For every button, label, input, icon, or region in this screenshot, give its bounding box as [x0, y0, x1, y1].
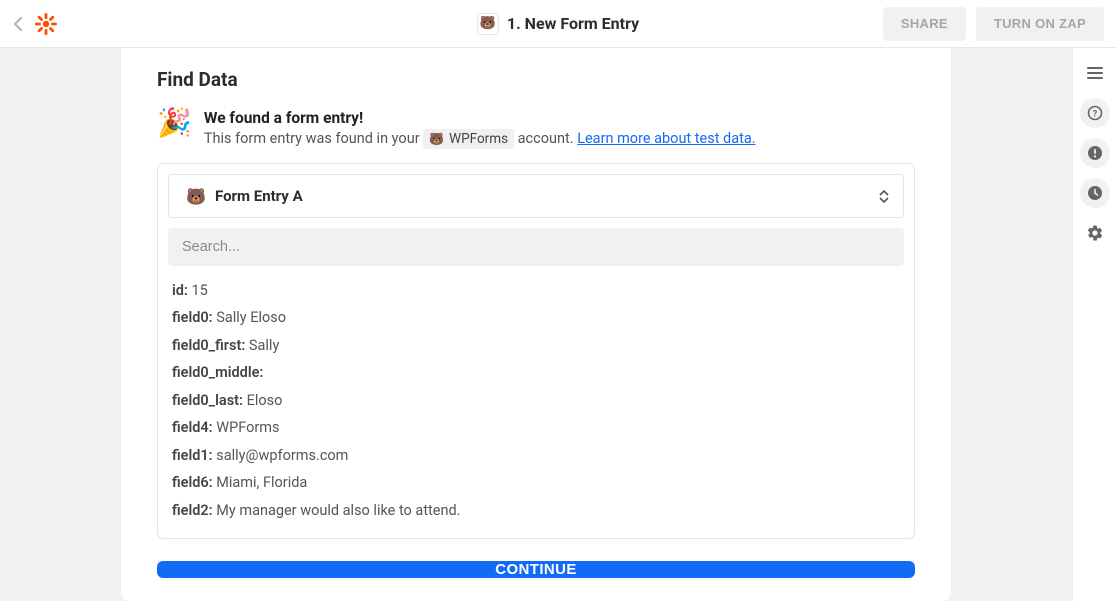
history-button[interactable]	[1080, 178, 1110, 208]
right-rail: ?	[1072, 48, 1116, 601]
help-icon: ?	[1087, 105, 1103, 121]
wpforms-icon: 🐻	[429, 132, 444, 146]
field-row: field0: Sally Eloso	[172, 307, 904, 329]
field-value: sally@wpforms.com	[213, 447, 349, 464]
field-value: 15	[188, 282, 208, 299]
field-row: field0_first: Sally	[172, 335, 904, 357]
turn-on-zap-button[interactable]: TURN ON ZAP	[976, 7, 1104, 41]
field-row: field1: sally@wpforms.com	[172, 445, 904, 467]
field-value: Sally	[245, 337, 279, 354]
field-row: field0_last: Eloso	[172, 390, 904, 412]
field-key: field4:	[172, 419, 213, 436]
field-row: id: 15	[172, 280, 904, 302]
share-button[interactable]: SHARE	[883, 7, 966, 41]
field-key: field0_middle:	[172, 364, 263, 381]
field-key: field0_first:	[172, 337, 245, 354]
alerts-button[interactable]	[1080, 138, 1110, 168]
alert-icon	[1087, 145, 1103, 161]
wpforms-icon: 🐻	[477, 13, 499, 35]
field-key: field0_last:	[172, 392, 243, 409]
zapier-logo-icon	[34, 12, 58, 36]
field-value: My manager would also like to attend.	[213, 502, 461, 519]
fields-list: id: 15 field0: Sally Eloso field0_first: S…	[168, 280, 904, 522]
field-key: field2:	[172, 502, 213, 519]
entry-data-box: 🐻 Form Entry A id: 15 field0: Sally Eloso…	[157, 163, 915, 539]
gear-icon	[1086, 224, 1104, 242]
help-button[interactable]: ?	[1080, 98, 1110, 128]
entry-dropdown-label: Form Entry A	[215, 187, 303, 205]
field-row: field6: Miami, Florida	[172, 472, 904, 494]
wpforms-icon: 🐻	[183, 186, 209, 206]
field-value: Miami, Florida	[213, 474, 308, 491]
entry-dropdown[interactable]: 🐻 Form Entry A	[168, 174, 904, 218]
svg-text:?: ?	[1092, 110, 1097, 120]
found-heading: We found a form entry!	[204, 109, 756, 127]
continue-button[interactable]: CONTINUE	[157, 561, 915, 578]
field-value: Eloso	[243, 392, 282, 409]
field-key: id:	[172, 282, 188, 299]
top-bar: 🐻 1. New Form Entry SHARE TURN ON ZAP	[0, 0, 1116, 48]
field-key: field6:	[172, 474, 213, 491]
list-icon	[1087, 66, 1103, 80]
outline-button[interactable]	[1080, 58, 1110, 88]
step-title-text: 1. New Form Entry	[507, 14, 639, 33]
zapier-logo	[34, 12, 58, 36]
field-row: field0_middle:	[172, 362, 904, 384]
app-pill: 🐻 WPForms	[423, 129, 514, 149]
field-row: field2: My manager would also like to at…	[172, 500, 904, 522]
sort-caret-icon	[879, 190, 889, 203]
field-key: field1:	[172, 447, 213, 464]
settings-button[interactable]	[1080, 218, 1110, 248]
field-value: WPForms	[213, 419, 280, 436]
field-row: field4: WPForms	[172, 417, 904, 439]
found-entry-banner: 🎉 We found a form entry! This form entry…	[157, 109, 915, 149]
editor-canvas: Find Data 🎉 We found a form entry! This …	[0, 48, 1072, 601]
header-actions: SHARE TURN ON ZAP	[883, 7, 1104, 41]
learn-more-link[interactable]: Learn more about test data.	[577, 130, 755, 147]
back-button[interactable]	[6, 12, 30, 36]
found-description: This form entry was found in your 🐻 WPFo…	[204, 129, 756, 149]
search-input[interactable]	[168, 228, 904, 266]
section-title: Find Data	[157, 68, 915, 91]
found-entry-text: We found a form entry! This form entry w…	[204, 109, 756, 149]
party-popper-icon: 🎉	[157, 109, 192, 137]
field-value: Sally Eloso	[213, 309, 286, 326]
clock-icon	[1087, 185, 1103, 201]
field-key: field0:	[172, 309, 213, 326]
chevron-left-icon	[13, 17, 23, 31]
step-panel: Find Data 🎉 We found a form entry! This …	[121, 48, 951, 601]
step-title: 🐻 1. New Form Entry	[477, 13, 639, 35]
